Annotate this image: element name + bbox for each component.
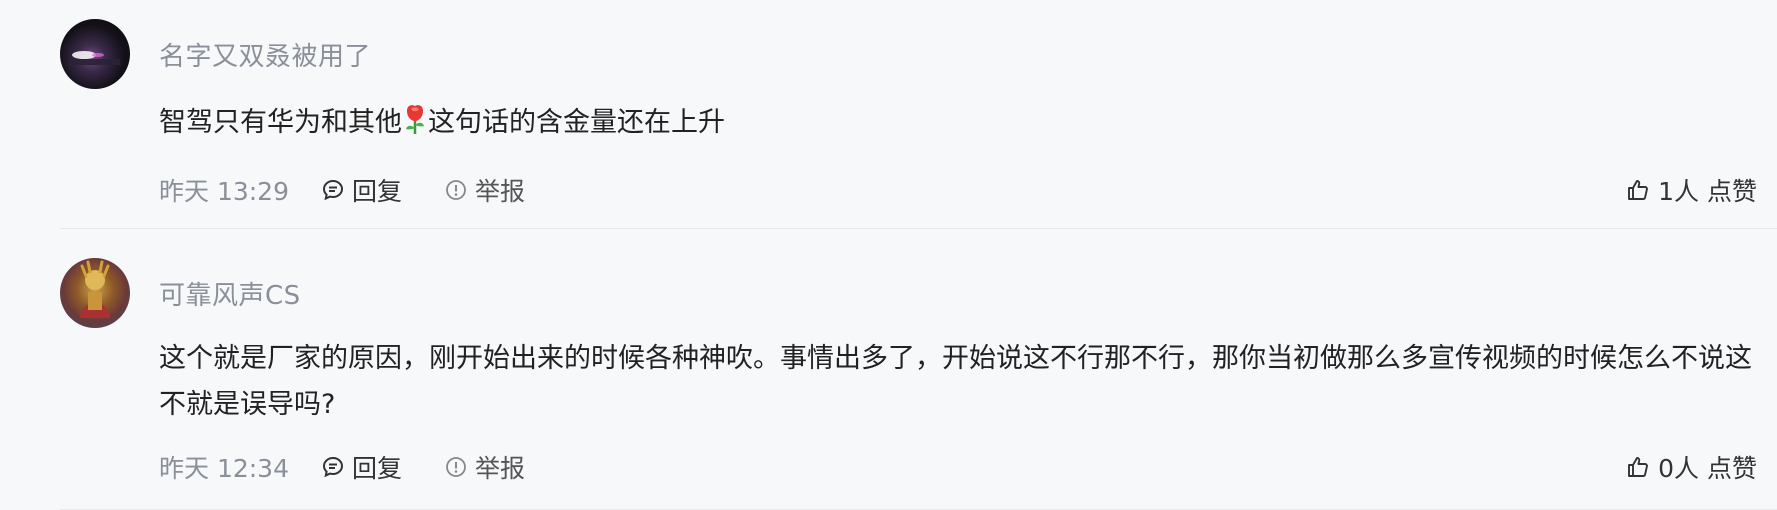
username[interactable]: 名字又双叒被用了 <box>159 36 371 73</box>
avatar-image <box>70 51 120 65</box>
avatar-image <box>80 260 110 318</box>
comment-text-after: 这句话的含金量还在上升 <box>428 107 725 138</box>
reply-button[interactable]: 回复 <box>322 172 402 208</box>
like-count: 0人 <box>1658 454 1699 483</box>
reply-icon <box>322 456 344 478</box>
comment-text-before: 智驾只有华为和其他 <box>159 107 402 138</box>
comment-item: 名字又双叒被用了 智驾只有华为和其他 这句话的含金量还在上升 昨天 13:29 … <box>0 0 1777 229</box>
rose-icon <box>406 105 424 134</box>
reply-label: 回复 <box>352 177 403 206</box>
reply-icon <box>322 179 344 201</box>
avatar[interactable] <box>60 258 130 328</box>
report-icon <box>446 180 466 200</box>
comment-meta: 昨天 12:34 回复 举报 <box>159 450 525 484</box>
like-label: 点赞 <box>1706 177 1757 206</box>
comment-time: 昨天 12:34 <box>159 454 289 483</box>
report-icon <box>446 457 466 477</box>
comment-content: 智驾只有华为和其他 这句话的含金量还在上升 <box>159 100 1759 146</box>
like-button[interactable]: 1人 点赞 <box>1626 173 1757 207</box>
comment-list: 名字又双叒被用了 智驾只有华为和其他 这句话的含金量还在上升 昨天 13:29 … <box>0 0 1777 510</box>
like-count: 1人 <box>1658 177 1699 206</box>
report-button[interactable]: 举报 <box>445 172 525 208</box>
like-button[interactable]: 0人 点赞 <box>1626 450 1757 484</box>
username[interactable]: 可靠风声CS <box>159 275 301 312</box>
like-label: 点赞 <box>1706 454 1757 483</box>
report-button[interactable]: 举报 <box>445 449 525 485</box>
comment-item: 可靠风声CS 这个就是厂家的原因，刚开始出来的时候各种神吹。事情出多了，开始说这… <box>0 229 1777 510</box>
report-label: 举报 <box>475 454 526 483</box>
reply-label: 回复 <box>352 454 403 483</box>
thumbs-up-icon <box>1628 457 1648 477</box>
comment-content: 这个就是厂家的原因，刚开始出来的时候各种神吹。事情出多了，开始说这不行那不行，那… <box>159 343 1752 420</box>
reply-button[interactable]: 回复 <box>322 449 402 485</box>
report-label: 举报 <box>475 177 526 206</box>
comment-time: 昨天 13:29 <box>159 177 289 206</box>
thumbs-up-icon <box>1628 180 1648 200</box>
avatar[interactable] <box>60 19 130 89</box>
comment-meta: 昨天 13:29 回复 举报 <box>159 173 525 207</box>
